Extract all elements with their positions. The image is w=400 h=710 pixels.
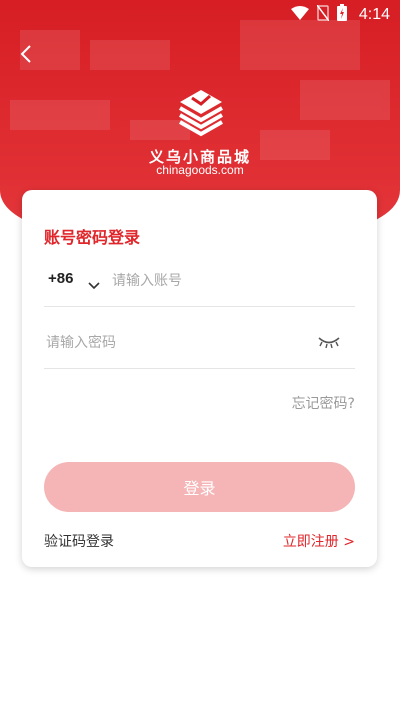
back-button[interactable] [14, 40, 40, 68]
country-code-selector[interactable]: +86 [48, 270, 73, 287]
forgot-password-link[interactable]: 忘记密码? [292, 393, 355, 413]
wifi-icon [290, 5, 309, 24]
register-link[interactable]: 立即注册 > [283, 531, 355, 551]
password-input[interactable] [44, 330, 308, 356]
chinagoods-logo-icon [178, 88, 224, 138]
eye-closed-icon[interactable] [317, 334, 341, 353]
brand-domain: chinagoods.com [156, 163, 244, 177]
password-row [44, 320, 355, 369]
login-card: 账号密码登录 +86 忘记密码? 登录 验证码登录 立即注册 > [22, 190, 377, 567]
account-input[interactable] [110, 268, 344, 294]
no-sim-icon [316, 4, 330, 25]
back-arrow-icon [20, 45, 31, 63]
battery-charging-icon [336, 4, 347, 25]
login-button[interactable]: 登录 [44, 462, 355, 512]
sms-login-link[interactable]: 验证码登录 [44, 531, 114, 551]
account-row: +86 [44, 260, 355, 307]
login-title: 账号密码登录 [44, 228, 141, 247]
status-time: 4:14 [358, 5, 390, 23]
chevron-down-icon[interactable] [88, 275, 100, 294]
status-bar: 4:14 [0, 0, 400, 28]
